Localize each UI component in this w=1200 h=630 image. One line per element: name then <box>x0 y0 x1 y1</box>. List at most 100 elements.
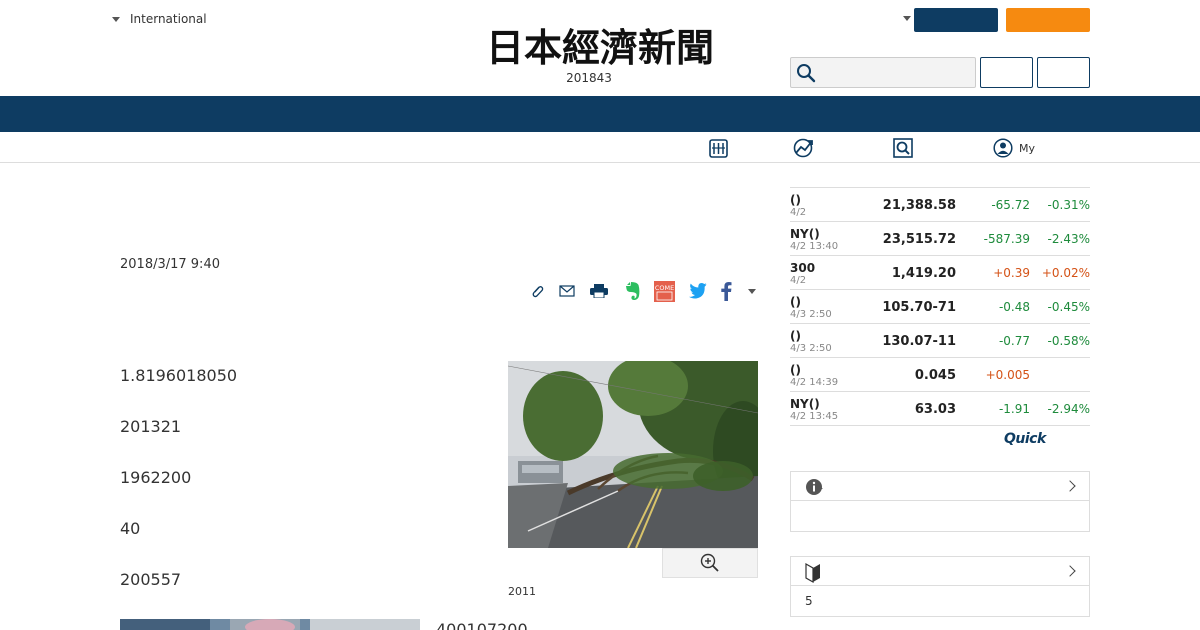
search-input[interactable] <box>819 60 969 85</box>
header-subtitle: 201843 <box>566 71 612 85</box>
edition-label: International <box>130 12 207 26</box>
article-paragraph: 200557 <box>120 570 182 589</box>
edition-selector[interactable]: International <box>112 12 207 26</box>
subnav-item-search[interactable] <box>893 138 919 158</box>
market-value: 105.70-71 <box>882 300 956 315</box>
market-change: +0.39 <box>993 266 1030 280</box>
info-panel-header[interactable] <box>791 472 1089 501</box>
market-value: 63.03 <box>914 402 956 417</box>
market-change: -0.48 <box>998 300 1030 314</box>
share-more-button[interactable] <box>745 280 759 302</box>
article-photo-fallen-tree[interactable] <box>508 361 758 548</box>
main-nav-bar[interactable] <box>0 96 1200 132</box>
more-caret-icon <box>748 288 756 294</box>
market-change-percent: -0.31% <box>1047 198 1090 212</box>
facebook-button[interactable] <box>716 280 736 302</box>
subnav-item-charts[interactable] <box>793 138 821 158</box>
market-value: 1,419.20 <box>891 266 956 281</box>
caret-down-icon <box>112 16 120 22</box>
market-name: () <box>790 329 801 343</box>
market-value: 23,515.72 <box>882 232 956 247</box>
market-time: 4/2 13:40 <box>790 241 839 252</box>
share-mail-button[interactable] <box>558 280 576 302</box>
market-row[interactable]: () 4/2 14:39 0.045 +0.005 <box>790 358 1090 392</box>
come-button[interactable]: COME <box>653 280 675 302</box>
article-paragraph: 400107200 <box>436 620 528 630</box>
site-header: International 日本經濟新聞 201843 <box>0 0 1200 96</box>
market-change-percent: -2.94% <box>1047 402 1090 416</box>
subnav-item-my[interactable]: My <box>993 138 1035 158</box>
market-row[interactable]: NY() 4/2 13:40 23,515.72 -587.39 -2.43% <box>790 222 1090 256</box>
chevron-right-icon <box>1064 480 1076 492</box>
chart-trend-icon <box>793 138 813 158</box>
beginner-panel-body: 5 <box>805 594 813 608</box>
beginner-mark-icon <box>805 563 820 583</box>
subnav-item-quotes[interactable] <box>709 138 734 158</box>
subnav-label-my: My <box>1019 141 1036 155</box>
facebook-icon <box>721 282 732 301</box>
login-button[interactable] <box>980 57 1033 88</box>
market-change: -65.72 <box>991 198 1030 212</box>
info-icon <box>806 479 823 495</box>
article-photo-building[interactable] <box>120 617 420 630</box>
site-logo[interactable]: 日本經濟新聞 <box>452 28 748 68</box>
market-change: -587.39 <box>983 232 1030 246</box>
come-icon-text: COME <box>654 284 673 292</box>
sub-nav: My <box>0 132 1200 163</box>
photo-image <box>120 619 420 630</box>
come-icon: COME <box>653 280 675 302</box>
quick-logo[interactable]: Quick <box>1004 431 1046 447</box>
market-change: -1.91 <box>998 402 1030 416</box>
share-clip-button[interactable] <box>528 280 546 302</box>
user-circle-icon <box>993 138 1013 158</box>
market-name: () <box>790 295 801 309</box>
subscribe-button[interactable] <box>1006 8 1090 32</box>
photo-zoom-button[interactable] <box>662 548 758 578</box>
photo-caption: 2011 <box>508 585 536 598</box>
market-value: 21,388.58 <box>882 198 956 213</box>
evernote-icon <box>625 282 639 300</box>
twitter-button[interactable] <box>685 280 707 302</box>
market-name: NY() <box>790 397 820 411</box>
twitter-icon <box>688 282 707 299</box>
primary-button[interactable] <box>914 8 998 32</box>
signup-button[interactable] <box>1037 57 1090 88</box>
mail-icon <box>559 285 575 297</box>
article-paragraph: 1.8196018050 <box>120 366 238 385</box>
search-news-icon <box>893 138 913 158</box>
market-time: 4/3 2:50 <box>790 309 832 320</box>
market-change: +0.005 <box>985 368 1030 382</box>
market-quotes-table: () 4/2 21,388.58 -65.72 -0.31% NY() 4/2 … <box>790 187 1090 426</box>
market-change-percent: -0.45% <box>1047 300 1090 314</box>
logo-wordmark: 日本經濟新聞 <box>486 28 714 68</box>
market-time: 4/3 2:50 <box>790 343 832 354</box>
zoom-in-icon <box>700 553 719 572</box>
market-row[interactable]: () 4/2 21,388.58 -65.72 -0.31% <box>790 188 1090 222</box>
article-paragraph: 201321 <box>120 417 182 436</box>
search-box[interactable] <box>790 57 976 88</box>
photo-image <box>508 361 758 548</box>
quotes-board-icon <box>709 138 728 158</box>
market-row[interactable]: 300 4/2 1,419.20 +0.39 +0.02% <box>790 256 1090 290</box>
market-name: NY() <box>790 227 820 241</box>
print-button[interactable] <box>589 280 609 302</box>
market-time: 4/2 <box>790 207 807 218</box>
clip-icon <box>532 286 544 298</box>
market-change-percent: -2.43% <box>1047 232 1090 246</box>
caret-down-icon[interactable] <box>903 16 911 21</box>
article-paragraph: 40 <box>120 519 141 538</box>
print-icon <box>590 284 608 298</box>
info-panel-body <box>791 501 1089 531</box>
market-row[interactable]: () 4/3 2:50 105.70-71 -0.48 -0.45% <box>790 290 1090 324</box>
market-value: 130.07-11 <box>882 334 956 349</box>
article-date: 2018/3/17 9:40 <box>120 257 220 272</box>
market-value: 0.045 <box>914 368 956 383</box>
market-change-percent: +0.02% <box>1041 266 1090 280</box>
market-time: 4/2 13:45 <box>790 411 839 422</box>
evernote-button[interactable] <box>622 280 642 302</box>
beginner-panel-header[interactable] <box>791 557 1089 586</box>
chevron-right-icon <box>1064 565 1076 577</box>
market-time: 4/2 <box>790 275 807 286</box>
market-row[interactable]: NY() 4/2 13:45 63.03 -1.91 -2.94% <box>790 392 1090 426</box>
market-row[interactable]: () 4/3 2:50 130.07-11 -0.77 -0.58% <box>790 324 1090 358</box>
